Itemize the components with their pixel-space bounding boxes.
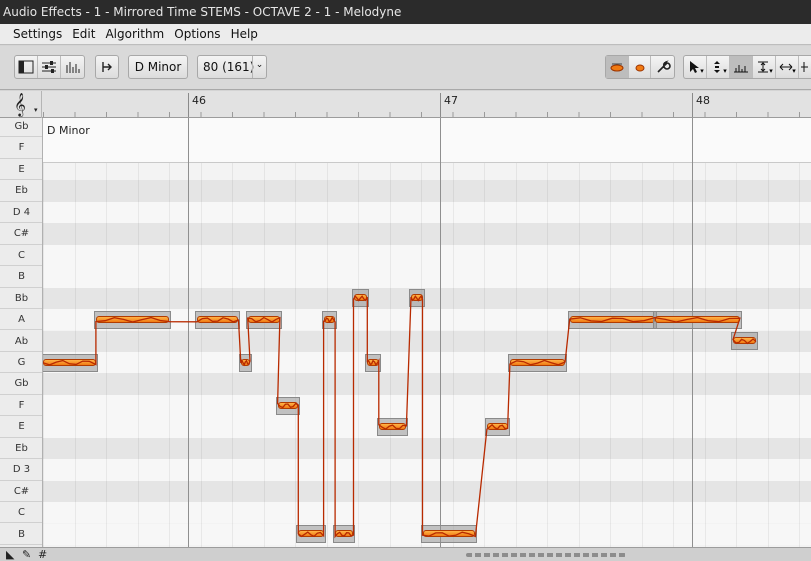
tempo-button[interactable]: 80 (161) ⌄ <box>197 55 267 79</box>
bar-number-47: 47 <box>444 94 458 107</box>
melodyne-window: Audio Effects - 1 - Mirrored Time STEMS … <box>0 0 811 561</box>
pitch-label: C <box>0 245 42 267</box>
pitch-label: E <box>0 416 42 438</box>
pitch-label: Ab <box>0 331 42 352</box>
note-blob-icon[interactable] <box>629 56 652 78</box>
spectrum-icon[interactable] <box>61 56 84 78</box>
timeline-ruler[interactable]: 𝄞 ▾ 46 47 48 <box>0 91 811 118</box>
mixer-sliders-icon[interactable] <box>38 56 61 78</box>
note-editor[interactable]: D Minor <box>43 118 811 547</box>
pitch-label: B <box>0 524 42 545</box>
grid-icon[interactable]: # <box>38 548 47 561</box>
pitch-label: Gb <box>0 118 42 138</box>
pitch-curve <box>43 294 757 539</box>
menu-help[interactable]: Help <box>226 24 263 45</box>
snap-icon <box>102 62 112 72</box>
edit-tools-group: ▾ ▾ ▾ ▾ <box>683 55 811 79</box>
amplitude-tool-icon[interactable]: ▾ <box>753 56 776 78</box>
menu-bar: Settings Edit Algorithm Options Help <box>0 24 811 45</box>
formant-tool-icon[interactable] <box>730 56 753 78</box>
pitch-label: Bb <box>0 288 42 309</box>
horizontal-scrollbar[interactable] <box>466 553 626 557</box>
play-marker-icon[interactable]: ◣ <box>6 548 14 561</box>
pencil-icon[interactable]: ✎ <box>22 548 31 561</box>
bar-number-46: 46 <box>192 94 206 107</box>
menu-settings[interactable]: Settings <box>8 24 67 45</box>
sidebar-toggle-icon[interactable] <box>15 56 38 78</box>
pitch-label: Gb <box>0 373 42 395</box>
pitch-ruler[interactable]: Gb F E Eb D 4 C# C B Bb A Ab G Gb F E Eb D 3 C# C B <box>0 118 43 547</box>
pitch-snap-icon[interactable] <box>606 56 629 78</box>
pitch-label: G <box>0 352 42 374</box>
menu-edit[interactable]: Edit <box>67 24 100 45</box>
treble-clef-icon[interactable]: 𝄞 ▾ <box>4 91 42 118</box>
pitch-label: Eb <box>0 180 42 202</box>
pitch-label: D 4 <box>0 202 42 224</box>
chevron-down-icon[interactable]: ⌄ <box>252 56 266 78</box>
snap-button[interactable] <box>95 55 119 79</box>
scale-button[interactable]: D Minor <box>128 55 188 79</box>
bottom-toolbar: ◣ ✎ # <box>0 547 811 561</box>
toolbar: D Minor 80 (161) ⌄ ▾ ▾ ▾ ▾ <box>0 46 811 90</box>
pitch-label: F <box>0 137 42 159</box>
pitch-label: Eb <box>0 438 42 460</box>
menu-options[interactable]: Options <box>169 24 225 45</box>
split-tool-icon[interactable] <box>799 56 809 78</box>
menu-algorithm[interactable]: Algorithm <box>100 24 169 45</box>
ruler-subdivisions <box>43 112 811 117</box>
pitch-tool-icon[interactable]: ▾ <box>707 56 730 78</box>
pitch-label: C# <box>0 481 42 503</box>
pitch-label: A <box>0 309 42 331</box>
window-title: Audio Effects - 1 - Mirrored Time STEMS … <box>0 0 811 24</box>
timing-tool-icon[interactable]: ▾ <box>776 56 799 78</box>
tempo-value: 80 (161) <box>203 60 255 74</box>
bar-number-48: 48 <box>696 94 710 107</box>
pitch-label: C# <box>0 223 42 245</box>
pointer-tool-icon[interactable]: ▾ <box>684 56 707 78</box>
pitch-curve-layer <box>43 294 757 539</box>
pitch-label: C <box>0 502 42 524</box>
playback-tools-group <box>605 55 675 79</box>
pitch-label: D 3 <box>0 459 42 481</box>
pitch-label: E <box>0 159 42 181</box>
pitch-label: F <box>0 395 42 417</box>
wrench-icon[interactable] <box>651 56 674 78</box>
pitch-label: B <box>0 266 42 288</box>
view-toggle-group <box>14 55 85 79</box>
